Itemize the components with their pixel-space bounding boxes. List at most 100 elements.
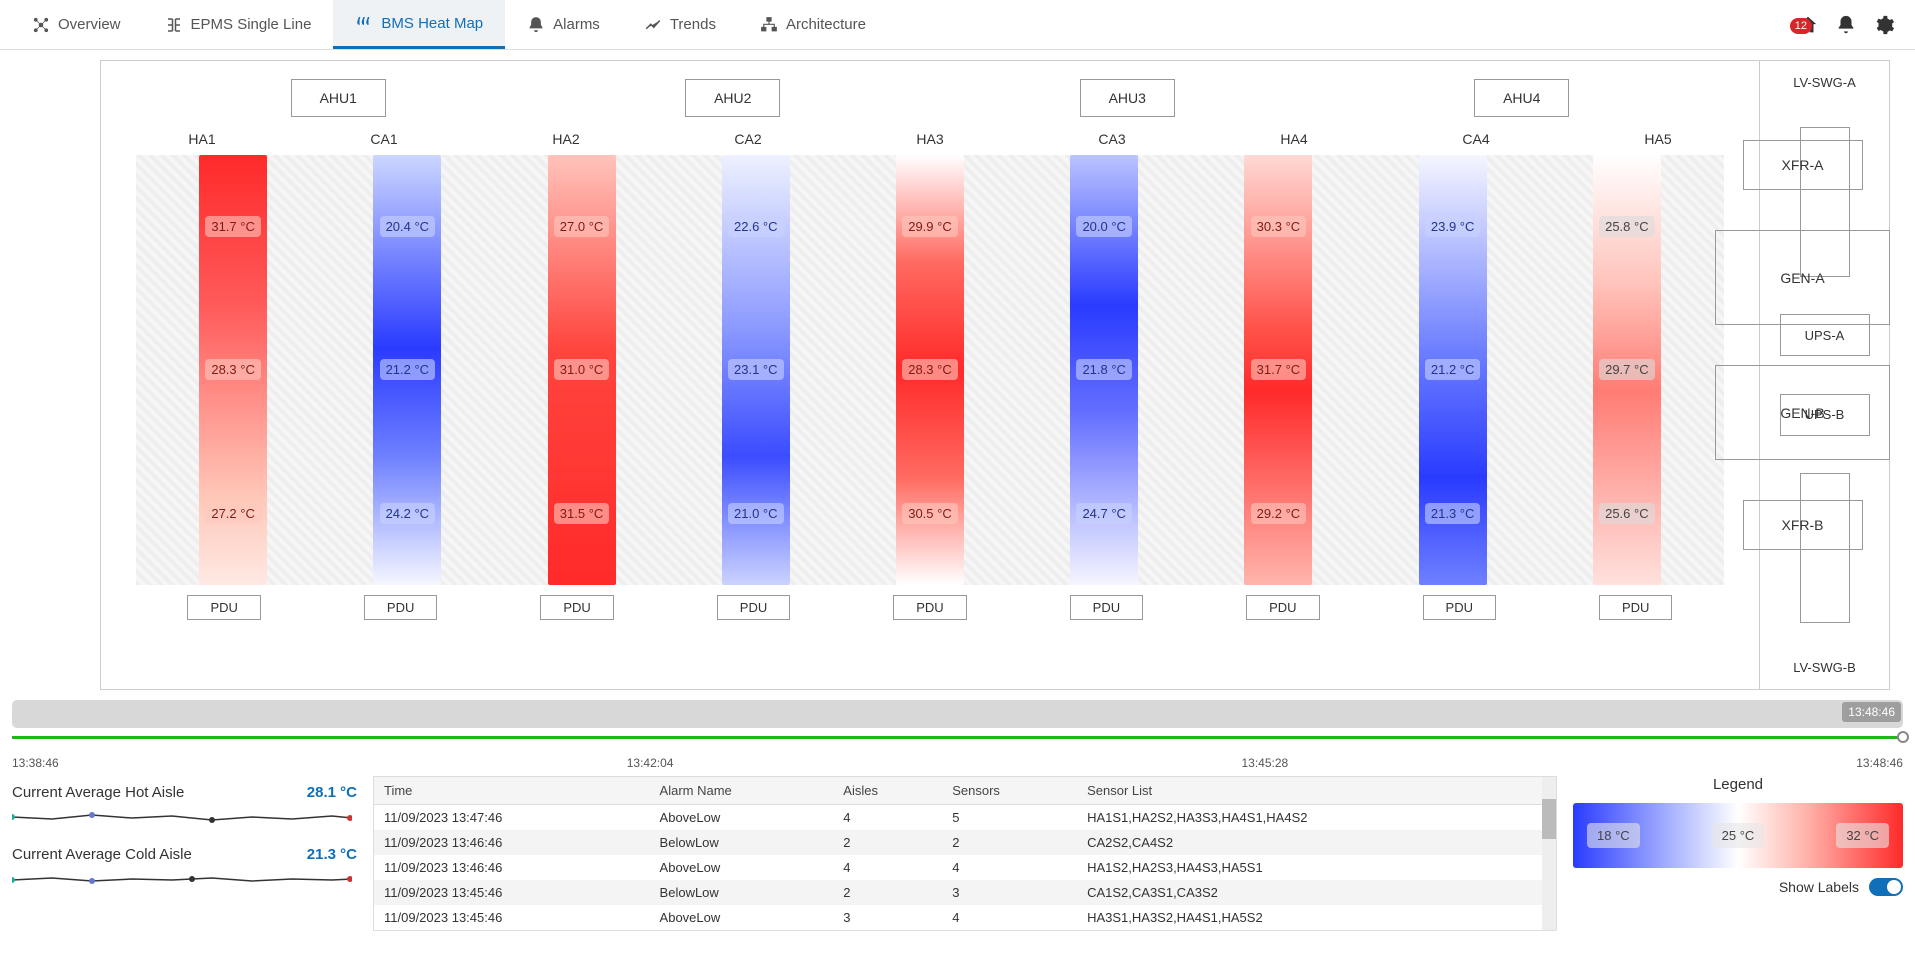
pdu-box[interactable]: PDU — [187, 595, 260, 620]
pdu-box[interactable]: PDU — [1246, 595, 1319, 620]
ahu-box[interactable]: AHU2 — [685, 79, 780, 117]
table-cell: CA1S2,CA3S1,CA3S2 — [1077, 880, 1556, 905]
aisle-header-row: HA1CA1HA2CA2HA3CA3HA4CA4HA5 — [101, 127, 1759, 155]
tab-epms[interactable]: EPMS Single Line — [143, 0, 334, 49]
tab-overview[interactable]: Overview — [10, 0, 143, 49]
show-labels-toggle[interactable] — [1869, 878, 1903, 896]
sensor-value: 21.8 °C — [1076, 359, 1132, 380]
aisle-label: CA3 — [1030, 131, 1194, 147]
time-tick-row: 13:38:46 13:42:04 13:45:28 13:48:46 — [12, 752, 1903, 770]
table-row[interactable]: 11/09/2023 13:45:46BelowLow23CA1S2,CA3S1… — [374, 880, 1556, 905]
tab-architecture[interactable]: Architecture — [738, 0, 888, 49]
cold-avg-value: 21.3 °C — [307, 846, 357, 863]
notifications-button[interactable]: 12 — [1835, 14, 1857, 36]
power-box-xfr-b[interactable]: XFR-B — [1743, 500, 1863, 550]
tab-label: BMS Heat Map — [381, 15, 483, 32]
sensor-value: 21.3 °C — [1425, 503, 1481, 524]
time-slider-track-outer[interactable]: 13:48:46 — [12, 700, 1903, 728]
pdu-box[interactable]: PDU — [364, 595, 437, 620]
pdu-box[interactable]: PDU — [717, 595, 790, 620]
alarm-header-row: TimeAlarm NameAislesSensorsSensor List — [374, 777, 1556, 805]
legend-panel: Legend 18 °C 25 °C 32 °C Show Labels — [1573, 776, 1903, 896]
lv-swg-a-label: LV-SWG-A — [1793, 75, 1856, 90]
show-labels-label: Show Labels — [1779, 879, 1859, 895]
time-tick: 13:48:46 — [1856, 756, 1903, 770]
heat-icon — [355, 14, 373, 32]
alarm-col-header[interactable]: Aisles — [833, 777, 942, 805]
sensor-value: 31.5 °C — [554, 503, 610, 524]
trend-icon — [644, 16, 662, 34]
alarm-col-header[interactable]: Sensor List — [1077, 777, 1556, 805]
gear-icon[interactable] — [1873, 14, 1895, 36]
pdu-box[interactable]: PDU — [893, 595, 966, 620]
alarm-col-header[interactable]: Time — [374, 777, 650, 805]
ahu-box[interactable]: AHU1 — [291, 79, 386, 117]
alarm-table: TimeAlarm NameAislesSensorsSensor List 1… — [374, 777, 1556, 930]
sensor-value: 31.7 °C — [1251, 359, 1307, 380]
aisle-ca4[interactable]: 23.9 °C 21.2 °C 21.3 °C — [1419, 155, 1487, 585]
ahu-box[interactable]: AHU4 — [1474, 79, 1569, 117]
aisle-ha2[interactable]: 27.0 °C31.0 °C31.5 °C — [548, 155, 616, 585]
pdu-box[interactable]: PDU — [1423, 595, 1496, 620]
aisle-ha4[interactable]: 30.3 °C31.7 °C29.2 °C — [1244, 155, 1312, 585]
ahu-row: AHU1 AHU2 AHU3 AHU4 — [101, 61, 1759, 127]
aisle-ca3[interactable]: 20.0 °C21.8 °C24.7 °C — [1070, 155, 1138, 585]
time-slider[interactable]: 13:48:46 13:38:46 13:42:04 13:45:28 13:4… — [12, 700, 1903, 770]
aisle-ha3[interactable]: 29.9 °C28.3 °C30.5 °C — [896, 155, 964, 585]
table-row[interactable]: 11/09/2023 13:45:46AboveLow34HA3S1,HA3S2… — [374, 905, 1556, 930]
aisle-ha5[interactable]: 25.8 °C29.7 °C25.6 °C — [1593, 155, 1661, 585]
alarm-col-header[interactable]: Alarm Name — [650, 777, 834, 805]
aisle-label: HA1 — [120, 131, 284, 147]
pdu-box[interactable]: PDU — [1070, 595, 1143, 620]
time-handle[interactable] — [1897, 731, 1909, 743]
tab-heatmap[interactable]: BMS Heat Map — [333, 0, 505, 49]
table-cell: 3 — [833, 905, 942, 930]
table-row[interactable]: 11/09/2023 13:46:46BelowLow22CA2S2,CA4S2 — [374, 830, 1556, 855]
table-cell: 11/09/2023 13:45:46 — [374, 880, 650, 905]
tab-label: Alarms — [553, 16, 600, 33]
aisle-label: CA1 — [302, 131, 466, 147]
table-cell: BelowLow — [650, 830, 834, 855]
aisle-label: HA3 — [848, 131, 1012, 147]
tab-bar: Overview EPMS Single Line BMS Heat Map A… — [0, 0, 1915, 50]
aisle-ha1[interactable]: 31.7 °C28.3 °C27.2 °C — [199, 155, 267, 585]
aisle-label: CA2 — [666, 131, 830, 147]
sensor-value: 28.3 °C — [205, 359, 261, 380]
hot-avg-value: 28.1 °C — [307, 784, 357, 801]
sensor-value: 24.7 °C — [1076, 503, 1132, 524]
table-cell: AboveLow — [650, 855, 834, 880]
pdu-box[interactable]: PDU — [1599, 595, 1672, 620]
sensor-value: 22.6 °C — [728, 216, 784, 237]
hot-avg-label: Current Average Hot Aisle — [12, 784, 184, 801]
alarm-scroll-thumb[interactable] — [1542, 799, 1556, 839]
sensor-value: 20.4 °C — [380, 216, 436, 237]
table-cell: 4 — [942, 855, 1077, 880]
aisle-ca1[interactable]: 20.4 °C21.2 °C24.2 °C — [373, 155, 441, 585]
table-row[interactable]: 11/09/2023 13:47:46AboveLow45HA1S1,HA2S2… — [374, 805, 1556, 831]
architecture-icon — [760, 16, 778, 34]
power-train-column: XFR-A GEN-A GEN-B XFR-B — [1715, 140, 1890, 550]
table-cell: 11/09/2023 13:47:46 — [374, 805, 650, 831]
sensor-value: 23.1 °C — [728, 359, 784, 380]
power-box-gen-a[interactable]: GEN-A — [1715, 230, 1890, 325]
aisle-ca2[interactable]: 22.6 °C23.1 °C21.0 °C — [722, 155, 790, 585]
table-cell: HA1S2,HA2S3,HA4S3,HA5S1 — [1077, 855, 1556, 880]
sensor-value: 21.2 °C — [1425, 359, 1481, 380]
ahu-box[interactable]: AHU3 — [1080, 79, 1175, 117]
aisle-label: HA2 — [484, 131, 648, 147]
sensor-value: 23.9 °C — [1425, 216, 1481, 237]
tab-trends[interactable]: Trends — [622, 0, 738, 49]
power-box-gen-b[interactable]: GEN-B — [1715, 365, 1890, 460]
tab-label: Overview — [58, 16, 121, 33]
tab-alarms[interactable]: Alarms — [505, 0, 622, 49]
table-row[interactable]: 11/09/2023 13:46:46AboveLow44HA1S2,HA2S3… — [374, 855, 1556, 880]
alarm-col-header[interactable]: Sensors — [942, 777, 1077, 805]
time-tick: 13:42:04 — [627, 756, 674, 770]
legend-low: 18 °C — [1587, 823, 1640, 848]
table-cell: CA2S2,CA4S2 — [1077, 830, 1556, 855]
time-slider-track[interactable] — [12, 730, 1903, 752]
pdu-box[interactable]: PDU — [540, 595, 613, 620]
time-cursor-label: 13:48:46 — [1842, 702, 1901, 722]
hot-sparkline — [12, 805, 352, 829]
power-box-xfr-a[interactable]: XFR-A — [1743, 140, 1863, 190]
